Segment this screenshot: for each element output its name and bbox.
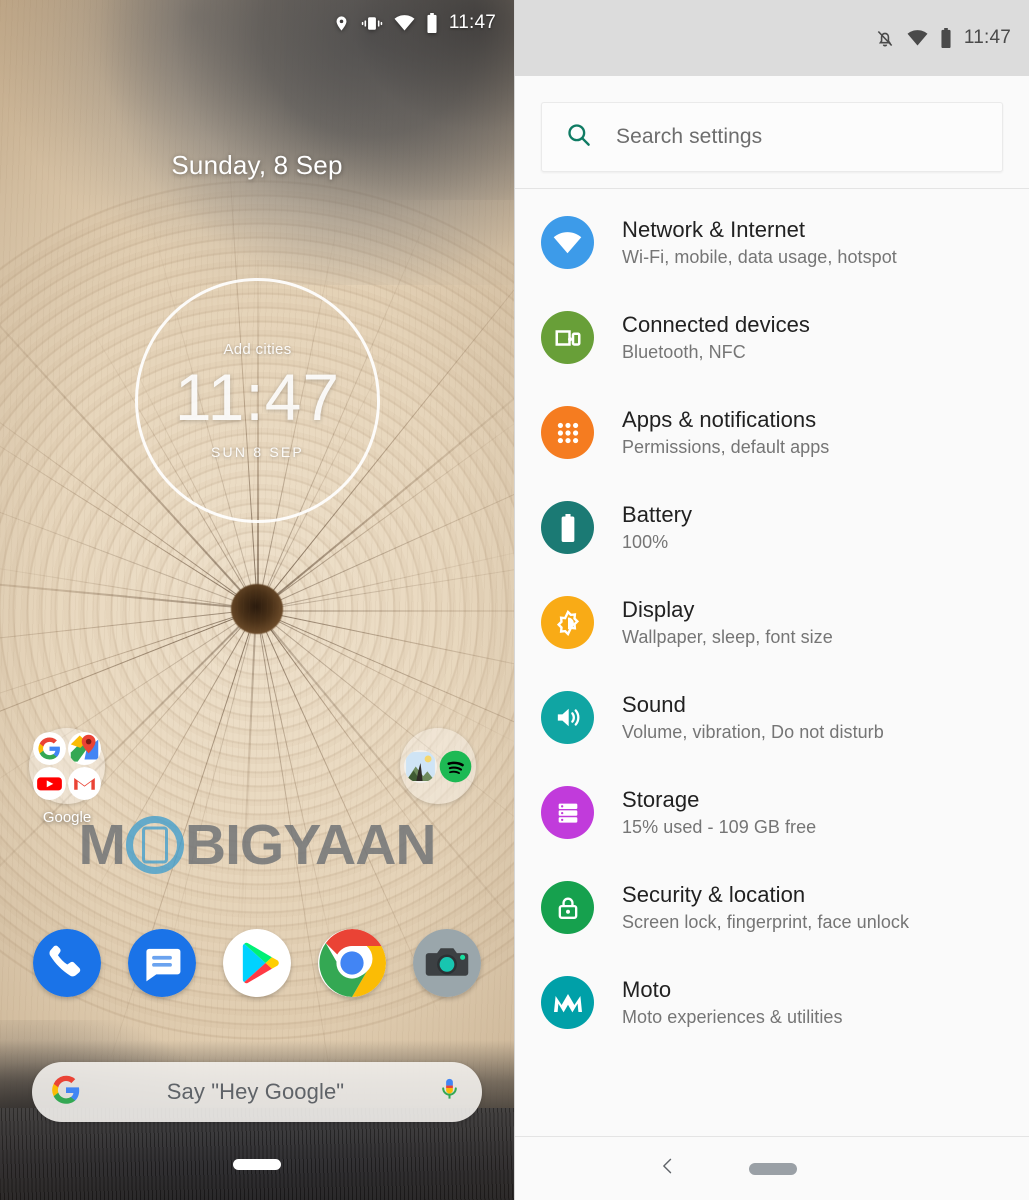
settings-item-subtitle: 100%: [622, 532, 669, 552]
vibrate-icon: [361, 15, 383, 32]
search-settings-field[interactable]: Search settings: [541, 102, 1003, 172]
settings-nav-bar: [515, 1136, 1029, 1200]
clock-widget-date: SUN 8 SEP: [211, 444, 304, 460]
clock-widget[interactable]: Add cities 11:47 SUN 8 SEP: [135, 278, 380, 523]
settings-item-apps-notifications[interactable]: Apps & notifications Permissions, defaul…: [515, 385, 1029, 480]
settings-item-storage[interactable]: Storage 15% used - 109 GB free: [515, 765, 1029, 860]
spotify-icon: [439, 750, 472, 783]
settings-item-subtitle: 15% used - 109 GB free: [622, 817, 817, 837]
cast-devices-icon: [541, 311, 594, 364]
settings-item-subtitle: Moto experiences & utilities: [622, 1007, 843, 1027]
settings-item-title: Display: [622, 597, 695, 622]
chrome-app-icon[interactable]: [318, 929, 386, 997]
wifi-icon: [394, 15, 415, 31]
camera-app-icon[interactable]: [413, 929, 481, 997]
lock-icon: [541, 881, 594, 934]
settings-item-battery[interactable]: Battery 100%: [515, 480, 1029, 575]
folder-google[interactable]: Google: [29, 728, 105, 826]
add-cities-label[interactable]: Add cities: [223, 341, 291, 358]
settings-item-network-internet[interactable]: Network & Internet Wi-Fi, mobile, data u…: [515, 195, 1029, 290]
battery-icon: [426, 13, 438, 33]
folder-media[interactable]: [400, 728, 476, 804]
motorola-icon: [541, 976, 594, 1029]
storage-stack-icon: [541, 786, 594, 839]
settings-item-subtitle: Bluetooth, NFC: [622, 342, 746, 362]
settings-clock: 11:47: [963, 27, 1011, 48]
settings-item-display[interactable]: Display Wallpaper, sleep, font size: [515, 575, 1029, 670]
settings-search-area: Search settings: [515, 76, 1029, 188]
settings-list: Network & Internet Wi-Fi, mobile, data u…: [515, 189, 1029, 1050]
settings-item-subtitle: Screen lock, fingerprint, face unlock: [622, 912, 909, 932]
clock-widget-time: 11:47: [174, 360, 341, 434]
folder-google-preview: [29, 728, 105, 804]
photos-gallery-icon: [404, 749, 437, 783]
settings-item-subtitle: Wi-Fi, mobile, data usage, hotspot: [622, 247, 897, 267]
settings-item-title: Storage: [622, 787, 700, 812]
settings-item-sound[interactable]: Sound Volume, vibration, Do not disturb: [515, 670, 1029, 765]
search-icon: [565, 121, 592, 153]
wifi-icon: [907, 30, 928, 46]
settings-item-moto[interactable]: Moto Moto experiences & utilities: [515, 955, 1029, 1050]
brightness-icon: [541, 596, 594, 649]
google-search-hint: Say "Hey Google": [166, 1079, 345, 1104]
gmail-icon: [68, 767, 101, 800]
settings-item-subtitle: Permissions, default apps: [622, 437, 830, 457]
settings-item-title: Connected devices: [622, 312, 810, 337]
settings-item-subtitle: Volume, vibration, Do not disturb: [622, 722, 884, 742]
home-indicator-pill[interactable]: [233, 1159, 281, 1170]
google-g-icon: [33, 732, 66, 765]
settings-item-title: Moto: [622, 977, 672, 1002]
search-input-placeholder[interactable]: Search settings: [616, 125, 762, 149]
phone-app-icon[interactable]: [33, 929, 101, 997]
settings-item-title: Sound: [622, 692, 686, 717]
settings-item-subtitle: Wallpaper, sleep, font size: [622, 627, 833, 647]
battery-icon: [940, 28, 952, 48]
battery-icon: [541, 501, 594, 554]
volume-icon: [541, 691, 594, 744]
settings-item-connected-devices[interactable]: Connected devices Bluetooth, NFC: [515, 290, 1029, 385]
youtube-icon: [33, 767, 66, 800]
messages-app-icon[interactable]: [128, 929, 196, 997]
app-grid-icon: [541, 406, 594, 459]
microphone-icon[interactable]: [436, 1076, 463, 1108]
home-status-bar: 11:47: [0, 0, 514, 46]
dual-screenshot: 11:47 Sunday, 8 Sep Add cities 11:47 SUN…: [0, 0, 1029, 1200]
home-indicator-pill[interactable]: [748, 1162, 797, 1175]
home-clock: 11:47: [448, 12, 496, 33]
settings-item-title: Apps & notifications: [622, 407, 817, 432]
settings-status-bar: 11:47: [515, 0, 1029, 76]
settings-item-security-location[interactable]: Security & location Screen lock, fingerp…: [515, 860, 1029, 955]
settings-item-title: Network & Internet: [622, 217, 806, 242]
google-maps-icon: [68, 732, 101, 765]
home-screen: 11:47 Sunday, 8 Sep Add cities 11:47 SUN…: [0, 0, 514, 1200]
location-pin-icon: [333, 14, 350, 33]
settings-item-title: Security & location: [622, 882, 806, 907]
home-dock: [0, 922, 514, 1004]
back-chevron-icon[interactable]: [658, 1154, 678, 1183]
folder-google-label: Google: [42, 809, 92, 826]
folder-media-preview: [400, 728, 476, 804]
notifications-off-icon: [875, 28, 895, 49]
play-store-app-icon[interactable]: [223, 929, 291, 997]
home-date-header[interactable]: Sunday, 8 Sep: [0, 150, 514, 181]
google-search-bar[interactable]: Say "Hey Google": [32, 1062, 482, 1122]
settings-screen: 11:47 Search settings Network & Internet…: [514, 0, 1029, 1200]
settings-item-title: Battery: [622, 502, 693, 527]
wifi-icon: [541, 216, 594, 269]
